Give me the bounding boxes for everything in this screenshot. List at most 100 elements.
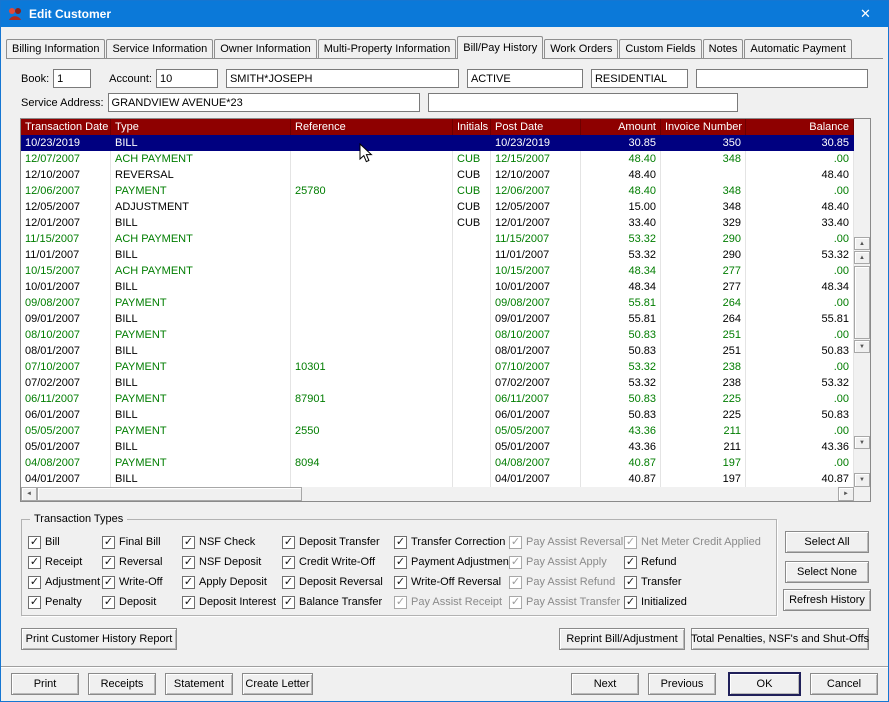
checkbox-adjustment[interactable]: ✓Adjustment [28, 572, 102, 592]
table-row[interactable]: 12/10/2007REVERSALCUB12/10/200748.4048.4… [21, 167, 854, 183]
scroll-right-icon[interactable]: ► [838, 487, 854, 501]
cancel-button[interactable]: Cancel [810, 673, 878, 695]
column-header-reference[interactable]: Reference [291, 119, 453, 135]
table-row[interactable]: 07/02/2007BILL07/02/200753.3223853.32 [21, 375, 854, 391]
previous-button[interactable]: Previous [648, 673, 716, 695]
scroll-down-edge-icon[interactable]: ▼ [854, 473, 870, 487]
total-penalties-button[interactable]: Total Penalties, NSF's and Shut-Offs [691, 628, 869, 650]
print-button[interactable]: Print [11, 673, 79, 695]
table-row[interactable]: 09/01/2007BILL09/01/200755.8126455.81 [21, 311, 854, 327]
select-none-button[interactable]: Select None [785, 561, 869, 583]
tab-custom-fields[interactable]: Custom Fields [619, 39, 701, 58]
checkbox-deposit-reversal[interactable]: ✓Deposit Reversal [282, 572, 394, 592]
scroll-down-icon[interactable]: ▼ [854, 340, 870, 353]
checkbox-transfer[interactable]: ✓Transfer [624, 572, 764, 592]
service-address-2-input[interactable] [428, 93, 738, 112]
tab-notes[interactable]: Notes [703, 39, 744, 58]
checkbox-initialized[interactable]: ✓Initialized [624, 592, 764, 612]
table-row[interactable]: 10/23/2019BILL10/23/201930.8535030.85 [21, 135, 854, 151]
cell-balance: 33.40 [746, 215, 854, 231]
customer-name-input[interactable] [226, 69, 459, 88]
checkbox-deposit-transfer[interactable]: ✓Deposit Transfer [282, 532, 394, 552]
ok-button[interactable]: OK [729, 673, 800, 695]
create-letter-button[interactable]: Create Letter [242, 673, 313, 695]
checkbox-payment-adjustment[interactable]: ✓Payment Adjustment [394, 552, 509, 572]
statement-button[interactable]: Statement [165, 673, 233, 695]
column-header-invoice-number[interactable]: Invoice Number [661, 119, 746, 135]
tab-multi-property-information[interactable]: Multi-Property Information [318, 39, 457, 58]
table-row[interactable]: 12/07/2007ACH PAYMENTCUB12/15/200748.403… [21, 151, 854, 167]
column-header-initials[interactable]: Initials [453, 119, 491, 135]
vertical-scroll-thumb[interactable] [854, 266, 870, 339]
select-all-button[interactable]: Select All [785, 531, 869, 553]
table-row[interactable]: 07/10/2007PAYMENT1030107/10/200753.32238… [21, 359, 854, 375]
table-row[interactable]: 10/15/2007ACH PAYMENT10/15/200748.34277.… [21, 263, 854, 279]
checkbox-receipt[interactable]: ✓Receipt [28, 552, 102, 572]
checkbox-penalty[interactable]: ✓Penalty [28, 592, 102, 612]
refresh-history-button[interactable]: Refresh History [783, 589, 871, 611]
customer-type-input[interactable] [591, 69, 688, 88]
scroll-down-page-icon[interactable]: ▼ [854, 436, 870, 449]
table-row[interactable]: 12/05/2007ADJUSTMENTCUB12/05/200715.0034… [21, 199, 854, 215]
checkbox-reversal[interactable]: ✓Reversal [102, 552, 182, 572]
cell-post-date: 12/06/2007 [491, 183, 581, 199]
checkbox-bill[interactable]: ✓Bill [28, 532, 102, 552]
column-header-transaction-date[interactable]: Transaction Date [21, 119, 111, 135]
account-input[interactable] [156, 69, 218, 88]
horizontal-scroll-thumb[interactable] [37, 487, 302, 501]
column-header-type[interactable]: Type [111, 119, 291, 135]
scroll-left-icon[interactable]: ◄ [21, 487, 37, 501]
service-address-input[interactable] [108, 93, 420, 112]
checkbox-deposit-interest[interactable]: ✓Deposit Interest [182, 592, 282, 612]
checkbox-apply-deposit[interactable]: ✓Apply Deposit [182, 572, 282, 592]
table-row[interactable]: 08/10/2007PAYMENT08/10/200750.83251.00 [21, 327, 854, 343]
checkbox-nsf-check[interactable]: ✓NSF Check [182, 532, 282, 552]
scroll-up-page-icon[interactable]: ▲ [854, 237, 870, 250]
table-row[interactable]: 10/01/2007BILL10/01/200748.3427748.34 [21, 279, 854, 295]
column-header-balance[interactable]: Balance [746, 119, 854, 135]
cell-type: REVERSAL [111, 167, 291, 183]
column-header-amount[interactable]: Amount [581, 119, 661, 135]
checkbox-deposit[interactable]: ✓Deposit [102, 592, 182, 612]
table-row[interactable]: 06/11/2007PAYMENT8790106/11/200750.83225… [21, 391, 854, 407]
tab-billing-information[interactable]: Billing Information [6, 39, 105, 58]
table-row[interactable]: 04/08/2007PAYMENT809404/08/200740.87197.… [21, 455, 854, 471]
table-row[interactable]: 12/01/2007BILLCUB12/01/200733.4032933.40 [21, 215, 854, 231]
cell-amount: 53.32 [581, 231, 661, 247]
table-row[interactable]: 06/01/2007BILL06/01/200750.8322550.83 [21, 407, 854, 423]
table-row[interactable]: 05/01/2007BILL05/01/200743.3621143.36 [21, 439, 854, 455]
tab-bill-pay-history[interactable]: Bill/Pay History [457, 36, 543, 59]
checkbox-transfer-correction[interactable]: ✓Transfer Correction [394, 532, 509, 552]
cell-amount: 33.40 [581, 215, 661, 231]
table-row[interactable]: 08/01/2007BILL08/01/200750.8325150.83 [21, 343, 854, 359]
status-input[interactable] [467, 69, 583, 88]
table-row[interactable]: 04/01/2007BILL04/01/200740.8719740.87 [21, 471, 854, 487]
tab-automatic-payment[interactable]: Automatic Payment [744, 39, 851, 58]
checkbox-write-off[interactable]: ✓Write-Off [102, 572, 182, 592]
tab-owner-information[interactable]: Owner Information [214, 39, 316, 58]
reprint-bill-adjustment-button[interactable]: Reprint Bill/Adjustment [559, 628, 685, 650]
next-button[interactable]: Next [571, 673, 639, 695]
book-input[interactable] [53, 69, 91, 88]
checkbox-balance-transfer[interactable]: ✓Balance Transfer [282, 592, 394, 612]
scroll-up-icon[interactable]: ▲ [854, 251, 870, 264]
table-row[interactable]: 11/01/2007BILL11/01/200753.3229053.32 [21, 247, 854, 263]
table-row[interactable]: 09/08/2007PAYMENT09/08/200755.81264.00 [21, 295, 854, 311]
tab-service-information[interactable]: Service Information [106, 39, 213, 58]
receipts-button[interactable]: Receipts [88, 673, 156, 695]
table-row[interactable]: 12/06/2007PAYMENT25780CUB12/06/200748.40… [21, 183, 854, 199]
tab-work-orders[interactable]: Work Orders [544, 39, 618, 58]
cell-amount: 53.32 [581, 247, 661, 263]
column-header-post-date[interactable]: Post Date [491, 119, 581, 135]
checkbox-nsf-deposit[interactable]: ✓NSF Deposit [182, 552, 282, 572]
table-row[interactable]: 05/05/2007PAYMENT255005/05/200743.36211.… [21, 423, 854, 439]
close-icon[interactable]: ✕ [843, 1, 888, 27]
checkbox-final-bill[interactable]: ✓Final Bill [102, 532, 182, 552]
print-customer-history-report-button[interactable]: Print Customer History Report [21, 628, 177, 650]
cell-invoice-number: 211 [661, 439, 746, 455]
table-row[interactable]: 11/15/2007ACH PAYMENT11/15/200753.32290.… [21, 231, 854, 247]
extra-input[interactable] [696, 69, 868, 88]
checkbox-write-off-reversal[interactable]: ✓Write-Off Reversal [394, 572, 509, 592]
checkbox-credit-write-off[interactable]: ✓Credit Write-Off [282, 552, 394, 572]
checkbox-refund[interactable]: ✓Refund [624, 552, 764, 572]
